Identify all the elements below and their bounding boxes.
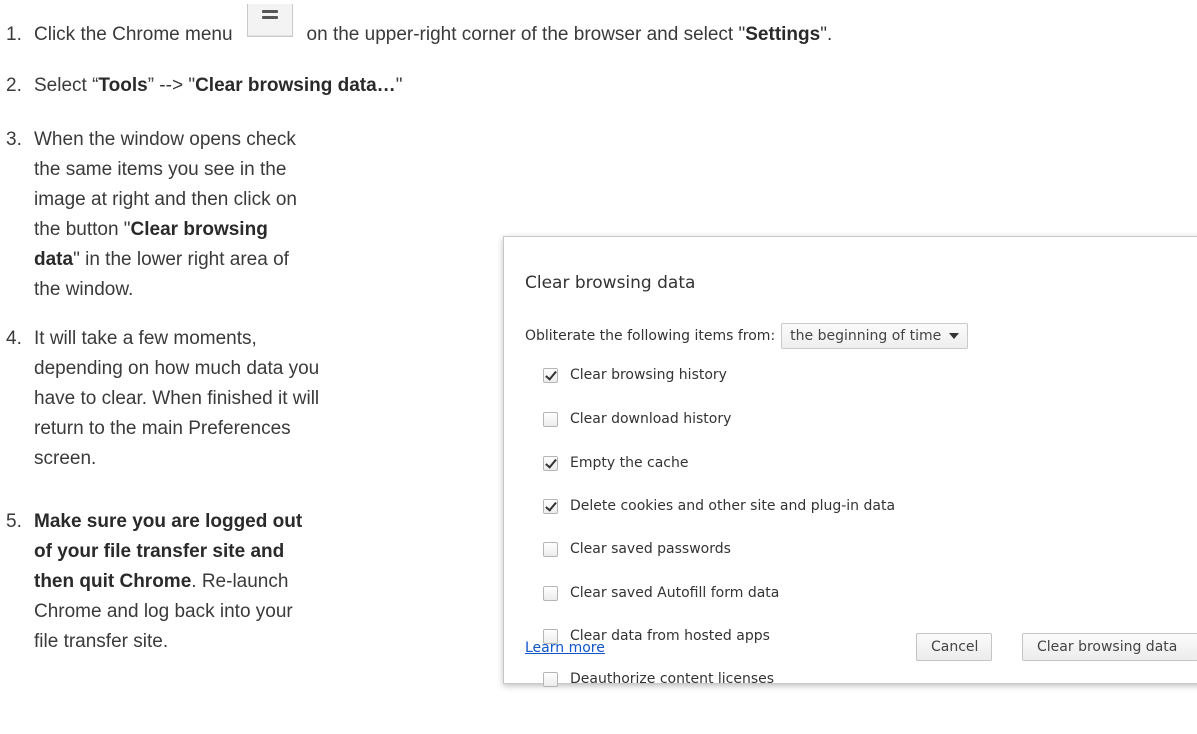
checkbox-icon[interactable] — [543, 671, 558, 687]
step-number: 2. — [6, 75, 22, 96]
time-range-label: Obliterate the following items from: — [525, 328, 776, 344]
step-number: 4. — [6, 328, 22, 349]
option-saved-passwords[interactable]: Clear saved passwords — [543, 539, 731, 559]
step-number: 3. — [6, 129, 22, 150]
checkbox-icon[interactable] — [543, 541, 558, 557]
step-number: 1. — [6, 24, 22, 45]
cancel-button[interactable]: Cancel — [916, 633, 992, 661]
step-text: Select “Tools” --> "Clear browsing data…… — [34, 75, 403, 96]
step-text: When the window opens check the same ite… — [34, 129, 297, 300]
option-delete-cookies[interactable]: Delete cookies and other site and plug-i… — [543, 496, 895, 516]
option-autofill-data[interactable]: Clear saved Autofill form data — [543, 583, 779, 603]
checkbox-icon[interactable] — [543, 367, 558, 383]
learn-more-link[interactable]: Learn more — [525, 640, 605, 656]
option-browsing-history[interactable]: Clear browsing history — [543, 365, 727, 385]
step-text: Click the Chrome menu on the upper-right … — [34, 4, 832, 50]
caret-down-icon — [949, 333, 960, 339]
option-download-history[interactable]: Clear download history — [543, 409, 731, 429]
checkbox-icon[interactable] — [543, 585, 558, 601]
step-text: It will take a few moments, depending on… — [34, 328, 320, 469]
hamburger-menu-icon — [246, 4, 293, 37]
clear-browsing-data-button[interactable]: Clear browsing data — [1022, 633, 1197, 661]
time-range-row: Obliterate the following items from: the… — [525, 323, 969, 349]
checkbox-icon[interactable] — [543, 455, 558, 471]
option-deauthorize-licenses[interactable]: Deauthorize content licenses — [543, 669, 774, 689]
step-number: 5. — [6, 511, 22, 532]
dialog-title: Clear browsing data — [525, 273, 696, 293]
checkbox-icon[interactable] — [543, 498, 558, 514]
time-range-select[interactable]: the beginning of time — [781, 323, 969, 349]
clear-browsing-data-dialog: Clear browsing data Obliterate the follo… — [503, 236, 1197, 687]
option-empty-cache[interactable]: Empty the cache — [543, 453, 688, 473]
checkbox-icon[interactable] — [543, 411, 558, 427]
step-text: Make sure you are logged out of your fil… — [34, 511, 303, 652]
